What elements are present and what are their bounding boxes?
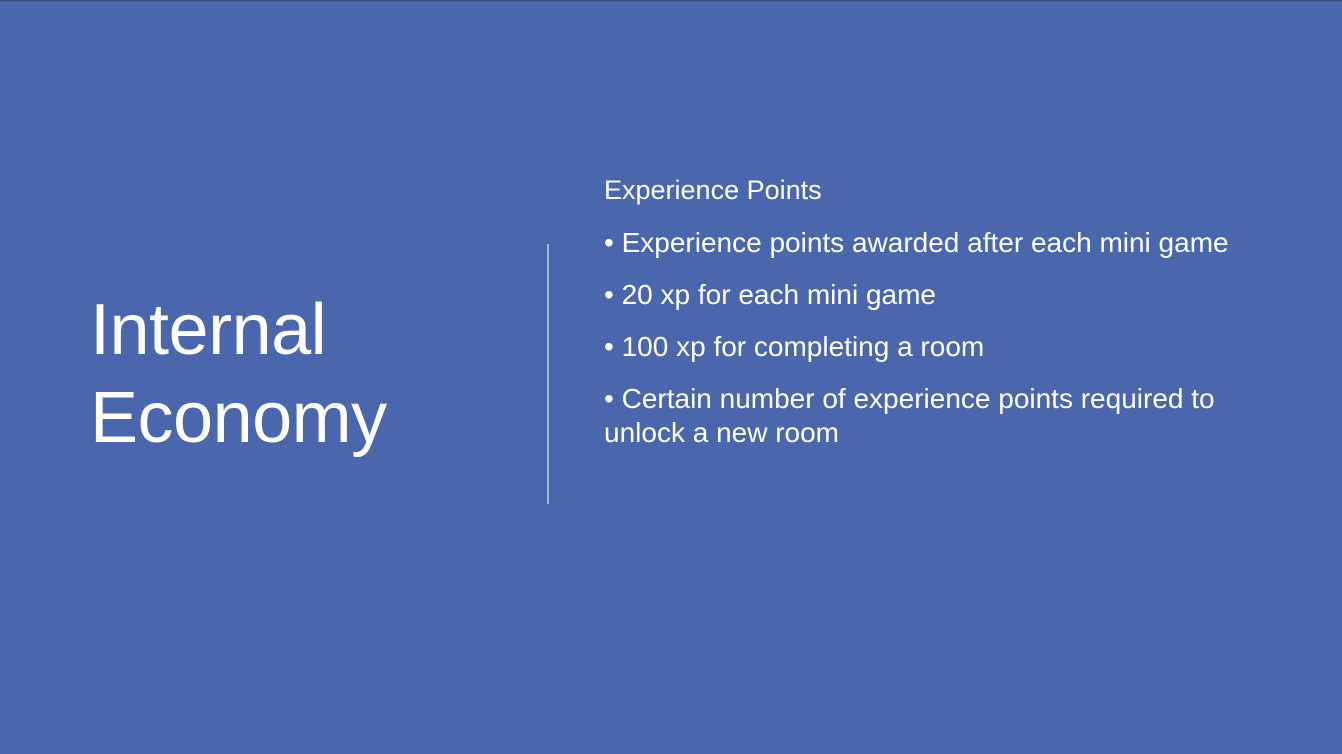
bullet-text: Experience points awarded after each min… [621, 227, 1229, 258]
bullet-text: Certain number of experience points requ… [604, 383, 1215, 448]
slide-title-line-2: Economy [90, 378, 387, 458]
bullet-item: • Certain number of experience points re… [604, 382, 1284, 450]
bullet-dot-icon: • [604, 227, 614, 258]
bullet-dot-icon: • [604, 331, 614, 362]
bullet-item: • 100 xp for completing a room [604, 330, 1284, 364]
slide-title-line-1: Internal [90, 290, 327, 370]
bullet-list: • Experience points awarded after each m… [604, 226, 1284, 450]
bullet-dot-icon: • [604, 279, 614, 310]
bullet-item: • 20 xp for each mini game [604, 278, 1284, 312]
bullet-text: 20 xp for each mini game [621, 279, 936, 310]
vertical-divider [547, 244, 549, 504]
bullet-text: 100 xp for completing a room [621, 331, 985, 362]
slide-content: Experience Points • Experience points aw… [604, 172, 1284, 468]
slide-title: Internal Economy [90, 286, 510, 462]
bullet-dot-icon: • [604, 383, 614, 414]
bullet-item: • Experience points awarded after each m… [604, 226, 1284, 260]
slide-top-edge [0, 0, 1342, 1]
section-heading: Experience Points [604, 175, 822, 205]
